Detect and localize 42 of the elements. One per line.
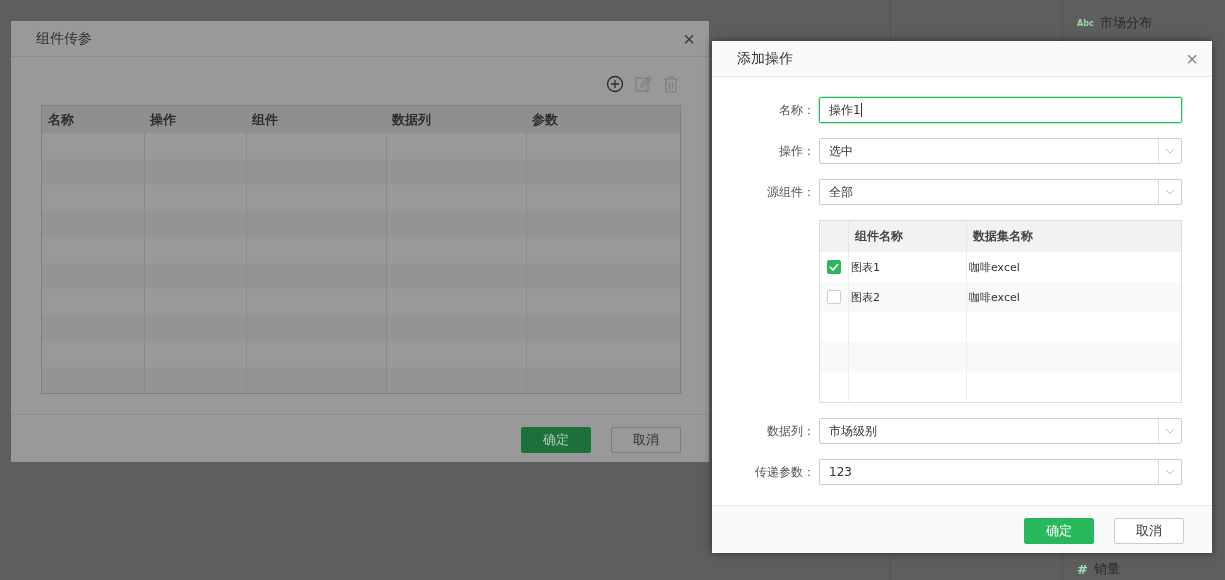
cancel-button[interactable]: 取消 — [611, 427, 681, 453]
close-button[interactable]: × — [683, 28, 695, 49]
add-icon — [606, 75, 624, 93]
add-button[interactable] — [606, 75, 624, 93]
check-icon — [829, 263, 839, 271]
column-header: 组件名称 — [848, 221, 966, 252]
dialog-title: 添加操作 — [737, 49, 793, 68]
chevron-down-icon — [1165, 189, 1175, 195]
column-header: 参数 — [526, 106, 680, 133]
column-header: 名称 — [42, 106, 144, 133]
select-field[interactable]: 市场级别 — [819, 418, 1182, 444]
column-header: 数据列 — [386, 106, 526, 133]
table-cell: 图表2 — [848, 282, 966, 312]
table-cell: 咖啡excel — [966, 282, 1181, 312]
field-label: 操作： — [778, 142, 816, 160]
field-type-icon: # — [1077, 561, 1088, 577]
table-cell — [820, 342, 848, 372]
select-field[interactable]: 选中 — [819, 138, 1182, 164]
select-field[interactable]: 全部 — [819, 179, 1182, 205]
column-header: 数据集名称 — [966, 221, 1181, 252]
column-header: 组件 — [246, 106, 386, 133]
close-button[interactable]: × — [1186, 48, 1198, 69]
chevron-down-icon — [1165, 148, 1175, 154]
dialog-title: 组件传参 — [36, 29, 92, 48]
edit-icon — [634, 75, 652, 93]
column-header: 操作 — [144, 106, 246, 133]
confirm-button[interactable]: 确定 — [1024, 518, 1094, 544]
field-label: 源组件： — [766, 183, 816, 201]
field-type-icon: Abc — [1077, 18, 1094, 28]
select-field[interactable]: 123 — [819, 459, 1182, 485]
cancel-button[interactable]: 取消 — [1114, 518, 1184, 544]
confirm-button[interactable]: 确定 — [521, 427, 591, 453]
checkbox[interactable] — [827, 290, 841, 304]
chevron-down-icon — [1165, 428, 1175, 434]
chevron-down-icon — [1165, 469, 1175, 475]
column-header — [820, 221, 848, 252]
checkbox[interactable] — [827, 260, 841, 274]
input-field[interactable]: 操作1 — [819, 97, 1182, 123]
field-label: 数据列： — [766, 422, 816, 440]
field-label: 名称： — [778, 101, 816, 119]
trash-icon — [662, 75, 680, 93]
field-label: 传递参数： — [754, 463, 816, 481]
